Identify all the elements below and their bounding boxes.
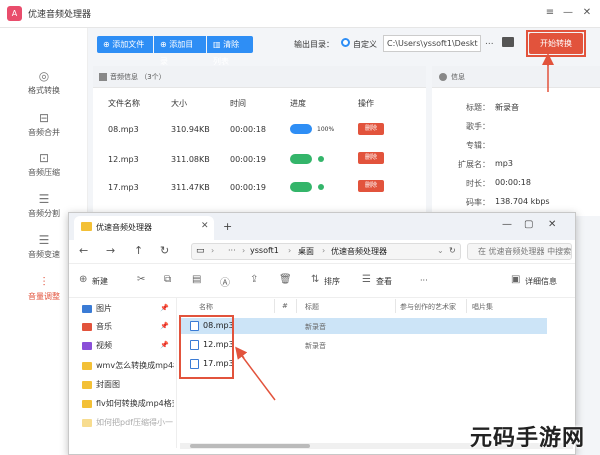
annotation-arrows <box>235 53 554 401</box>
watermark-text: 元码手游网 <box>470 426 586 451</box>
arrow-head <box>235 346 248 360</box>
